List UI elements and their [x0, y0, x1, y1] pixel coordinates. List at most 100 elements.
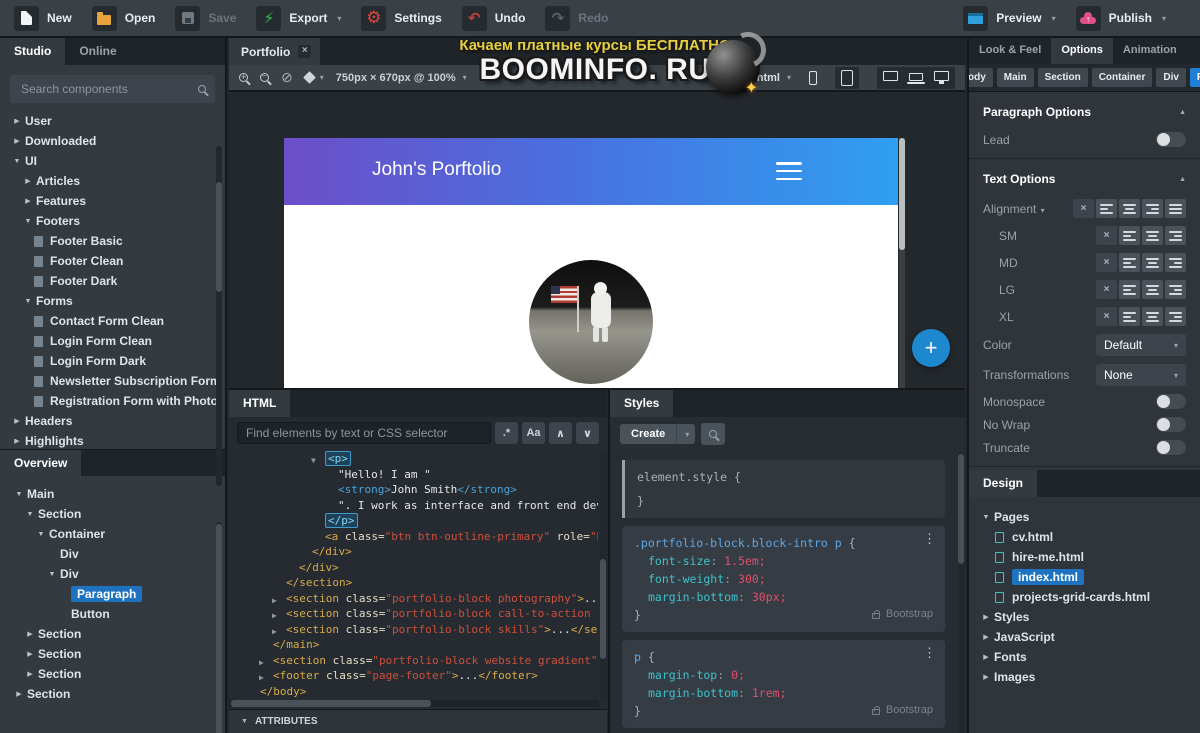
breadcrumb-main[interactable]: Main — [996, 68, 1034, 87]
design-group-styles[interactable]: ▶ Styles — [981, 607, 1200, 627]
page-item[interactable]: projects-grid-cards.html — [981, 587, 1200, 607]
align-left-button[interactable] — [1119, 307, 1140, 326]
find-previous-button[interactable]: ∧ — [549, 422, 572, 444]
zoom-in-icon[interactable] — [239, 72, 248, 82]
align-right-button[interactable] — [1165, 280, 1186, 299]
overview-node[interactable]: Button — [0, 604, 225, 624]
transformations-dropdown[interactable]: None ▾ — [1096, 364, 1186, 386]
zoom-out-icon[interactable] — [260, 71, 269, 82]
triangle-right-icon[interactable]: ▶ — [23, 177, 33, 185]
overview-node[interactable]: ▼ Div — [0, 564, 225, 584]
tab-portfolio[interactable]: Portfolio × — [229, 38, 321, 65]
align-center-button[interactable] — [1119, 199, 1140, 218]
close-icon[interactable]: × — [298, 45, 312, 58]
triangle-right-icon[interactable]: ▶ — [981, 673, 991, 681]
triangle-right-icon[interactable]: ▶ — [12, 437, 22, 445]
chevron-down-icon[interactable]: ▾ — [676, 424, 696, 444]
triangle-right-icon[interactable]: ▶ — [25, 670, 35, 678]
code-hscrollbar[interactable] — [229, 700, 599, 707]
tab-studio[interactable]: Studio — [0, 38, 66, 65]
breadcrumb-div[interactable]: Div — [1156, 68, 1186, 87]
device-laptop-button[interactable] — [907, 72, 925, 84]
page-item[interactable]: hire-me.html — [981, 547, 1200, 567]
kebab-menu-icon[interactable]: ⋮ — [923, 533, 936, 546]
device-screen-button[interactable] — [883, 71, 898, 84]
code-line[interactable]: ▶ <section class="portfolio-block photogr… — [229, 591, 598, 607]
find-elements-input[interactable] — [237, 422, 491, 444]
design-group-images[interactable]: ▶ Images — [981, 667, 1200, 687]
triangle-down-icon[interactable]: ▼ — [23, 298, 33, 305]
add-block-button[interactable]: + — [912, 329, 950, 367]
page-size-selector[interactable]: 750px × 670px @ 100% ▾ — [336, 72, 467, 84]
triangle-down-icon[interactable]: ▼ — [12, 158, 22, 165]
component-group[interactable]: ▶ Articles — [0, 171, 225, 191]
component-group[interactable]: ▼ Footers — [0, 211, 225, 231]
align-left-button[interactable] — [1096, 199, 1117, 218]
component-group[interactable]: ▶ Downloaded — [0, 131, 225, 151]
open-button[interactable]: Open — [91, 5, 155, 31]
device-phone-button[interactable] — [809, 70, 817, 85]
breadcrumb-ody[interactable]: ody — [969, 68, 993, 87]
page-navbar[interactable]: John's Porftolio — [284, 138, 898, 205]
clear-alignment-button[interactable]: × — [1096, 226, 1117, 245]
triangle-down-icon[interactable]: ▼ — [23, 218, 33, 225]
overview-node[interactable]: ▶ Section — [0, 624, 225, 644]
publish-button[interactable]: ↑ Publish ▾ — [1075, 5, 1166, 31]
triangle-down-icon[interactable]: ▼ — [47, 571, 57, 578]
kebab-menu-icon[interactable]: ⋮ — [923, 647, 936, 660]
breadcrumb-container[interactable]: Container — [1091, 68, 1153, 87]
design-group-fonts[interactable]: ▶ Fonts — [981, 647, 1200, 667]
search-input[interactable] — [19, 81, 198, 97]
paragraph-options-header[interactable]: Paragraph Options ▲ — [969, 92, 1200, 128]
page-brand[interactable]: John's Porftolio — [372, 159, 501, 181]
page-scrollbar[interactable] — [899, 138, 905, 388]
align-left-button[interactable] — [1119, 253, 1140, 272]
no-wrap-toggle[interactable] — [1156, 417, 1186, 432]
align-right-button[interactable] — [1165, 226, 1186, 245]
color-dropdown[interactable]: Default ▾ — [1096, 334, 1186, 356]
component-group[interactable]: ▶ User — [0, 111, 225, 131]
code-line[interactable]: ▶ <section class="portfolio-block website… — [229, 653, 598, 669]
triangle-down-icon[interactable]: ▼ — [36, 531, 46, 538]
code-line[interactable]: "Hello! I am " — [229, 467, 598, 483]
align-left-button[interactable] — [1119, 280, 1140, 299]
layers-menu[interactable]: ▾ — [302, 71, 324, 84]
component-group[interactable]: ▶ Headers — [0, 411, 225, 431]
regex-button[interactable]: .* — [495, 422, 518, 444]
page-item[interactable]: index.html — [981, 567, 1200, 587]
clear-alignment-button[interactable]: × — [1096, 307, 1117, 326]
find-next-button[interactable]: ∨ — [576, 422, 599, 444]
overview-node[interactable]: ▶ Section — [0, 644, 225, 664]
component-item[interactable]: Login Form Clean — [0, 331, 225, 351]
code-line[interactable]: </section> — [229, 575, 598, 591]
css-rule[interactable]: element.style {} — [622, 460, 945, 518]
hamburger-menu-icon[interactable] — [776, 162, 802, 180]
align-justify-button[interactable] — [1165, 199, 1186, 218]
tab-html[interactable]: HTML — [229, 390, 291, 417]
library-scrollbar[interactable] — [216, 146, 222, 486]
code-line[interactable]: ▶ <footer class="page-footer">...</footer… — [229, 668, 598, 684]
overview-node[interactable]: Div — [0, 544, 225, 564]
code-scrollbar[interactable] — [600, 451, 606, 701]
truncate-toggle[interactable] — [1156, 440, 1186, 455]
triangle-down-icon[interactable]: ▼ — [981, 514, 991, 521]
css-rule[interactable]: ⋮ p {margin-top: 0; margin-bottom: 1rem;} B… — [622, 640, 945, 728]
tab-options[interactable]: Options — [1051, 38, 1113, 64]
code-line[interactable]: </div> — [229, 544, 598, 560]
triangle-down-icon[interactable]: ▼ — [25, 511, 35, 518]
attributes-bar[interactable]: ▼ ATTRIBUTES — [229, 709, 607, 733]
save-button[interactable]: Save — [175, 5, 236, 31]
component-item[interactable]: Contact Form Clean — [0, 311, 225, 331]
undo-button[interactable]: Undo — [461, 5, 525, 31]
library-scrollbar-thumb[interactable] — [216, 182, 222, 292]
component-item[interactable]: Newsletter Subscription Form — [0, 371, 225, 391]
code-line[interactable]: </p> — [229, 513, 598, 529]
component-item[interactable]: Login Form Dark — [0, 351, 225, 371]
component-group[interactable]: ▼ Forms — [0, 291, 225, 311]
triangle-down-icon[interactable]: ▼ — [14, 491, 24, 498]
align-center-button[interactable] — [1142, 253, 1163, 272]
triangle-right-icon[interactable]: ▶ — [981, 653, 991, 661]
component-item[interactable]: Footer Dark — [0, 271, 225, 291]
code-line[interactable]: </div> — [229, 560, 598, 576]
align-left-button[interactable] — [1119, 226, 1140, 245]
